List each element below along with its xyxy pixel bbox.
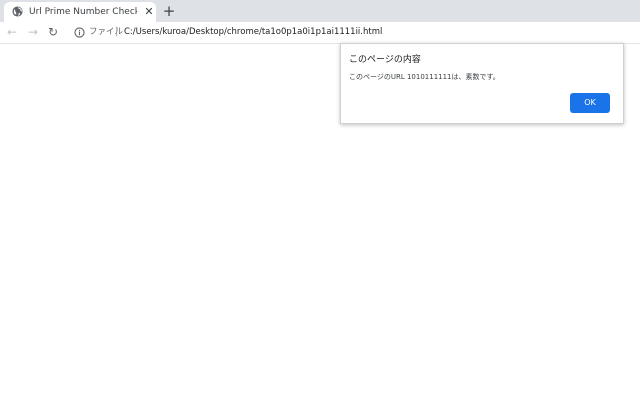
alert-dialog: このページの内容 このページのURL 1010111111は、素数です。 OK bbox=[340, 43, 624, 124]
dialog-title: このページの内容 bbox=[349, 55, 421, 65]
url-separator: | bbox=[115, 26, 119, 37]
tab-close-icon[interactable]: ✕ bbox=[142, 5, 156, 19]
tab-title: Url Prime Number Checker bbox=[29, 7, 137, 17]
back-arrow-icon[interactable]: ← bbox=[4, 24, 20, 40]
dialog-message: このページのURL 1010111111は、素数です。 bbox=[349, 73, 500, 81]
info-icon[interactable] bbox=[74, 27, 85, 38]
url-text[interactable]: C:/Users/kuroa/Desktop/chrome/ta1o0p1a0i… bbox=[124, 25, 382, 39]
tab-strip: Url Prime Number Checker ✕ + bbox=[0, 0, 640, 22]
tab-active[interactable]: Url Prime Number Checker ✕ bbox=[4, 2, 156, 22]
globe-icon bbox=[12, 6, 23, 17]
ok-button[interactable]: OK bbox=[570, 93, 610, 113]
new-tab-button[interactable]: + bbox=[161, 3, 177, 19]
browser-window: Url Prime Number Checker ✕ + ← → ↻ ファイル … bbox=[0, 0, 640, 400]
address-bar[interactable]: ファイル | C:/Users/kuroa/Desktop/chrome/ta1… bbox=[68, 23, 636, 42]
forward-arrow-icon[interactable]: → bbox=[25, 24, 41, 40]
reload-icon[interactable]: ↻ bbox=[45, 24, 61, 40]
toolbar: ← → ↻ ファイル | C:/Users/kuroa/Desktop/chro… bbox=[0, 22, 640, 44]
